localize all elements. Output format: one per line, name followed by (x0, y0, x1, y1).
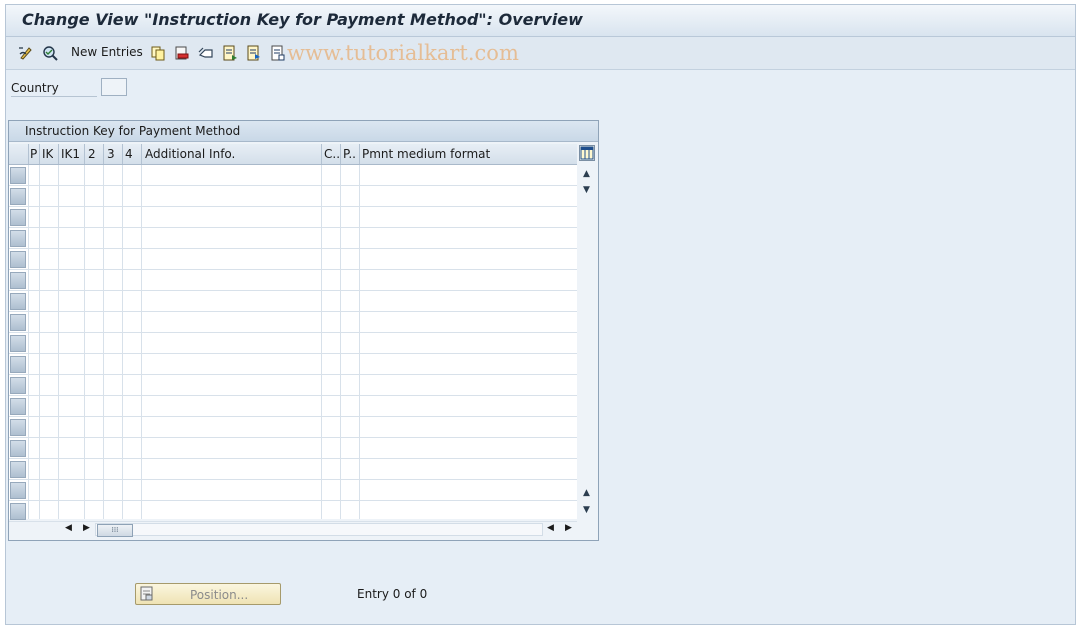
table-row[interactable] (9, 186, 577, 207)
column-header-c[interactable]: C.. (324, 147, 340, 161)
table-row[interactable] (9, 207, 577, 228)
entry-counter: Entry 0 of 0 (357, 587, 428, 601)
column-divider (122, 165, 123, 519)
scroll-left-icon[interactable]: ◀ (65, 523, 72, 533)
table-row[interactable] (9, 396, 577, 417)
column-header-2[interactable]: 2 (88, 147, 96, 161)
application-toolbar: New Entries www.tutorialkart.com (6, 37, 1075, 70)
position-button-label: Position... (190, 588, 249, 602)
table-row[interactable] (9, 291, 577, 312)
table-row[interactable] (9, 417, 577, 438)
row-selector[interactable] (10, 398, 26, 415)
scroll-far-right-icon[interactable]: ▶ (565, 523, 572, 533)
row-selector[interactable] (10, 377, 26, 394)
row-selector[interactable] (10, 188, 26, 205)
row-selector[interactable] (10, 230, 26, 247)
row-selector[interactable] (10, 209, 26, 226)
row-selector[interactable] (10, 461, 26, 478)
column-divider (340, 165, 341, 519)
watermark: www.tutorialkart.com (287, 41, 519, 65)
page-up-icon[interactable]: ▲ (583, 488, 590, 498)
table-title-bar: Instruction Key for Payment Method (9, 121, 598, 142)
table-row[interactable] (9, 438, 577, 459)
column-divider (103, 165, 104, 519)
column-header-3[interactable]: 3 (107, 147, 115, 161)
row-selector[interactable] (10, 356, 26, 373)
table-control: Instruction Key for Payment Method P IK … (8, 120, 599, 541)
table-row[interactable] (9, 249, 577, 270)
scroll-far-left-icon[interactable]: ◀ (547, 523, 554, 533)
table-row[interactable] (9, 480, 577, 501)
row-selector[interactable] (10, 482, 26, 499)
column-header-p[interactable]: P (30, 147, 37, 161)
scroll-right-icon[interactable]: ▶ (83, 523, 90, 533)
table-row[interactable] (9, 165, 577, 186)
row-selector[interactable] (10, 314, 26, 331)
column-header-4[interactable]: 4 (125, 147, 133, 161)
position-icon (140, 586, 154, 601)
column-header-p2[interactable]: P.. (343, 147, 356, 161)
table-row[interactable] (9, 459, 577, 480)
column-divider (359, 165, 360, 519)
column-configuration-icon[interactable] (579, 145, 595, 161)
horizontal-scrollbar[interactable]: ◀ ▶ ⁞⁞⁞ ◀ ▶ (59, 523, 579, 537)
row-selector[interactable] (10, 440, 26, 457)
column-divider (39, 165, 40, 519)
horizontal-scroll-thumb[interactable]: ⁞⁞⁞ (97, 524, 133, 537)
row-selector[interactable] (10, 335, 26, 352)
undo-change-icon[interactable] (198, 45, 214, 61)
column-header-additional-info[interactable]: Additional Info. (145, 147, 235, 161)
select-block-icon[interactable] (246, 45, 262, 61)
table-row[interactable] (9, 270, 577, 291)
table-row[interactable] (9, 354, 577, 375)
table-title: Instruction Key for Payment Method (25, 124, 241, 138)
row-selector[interactable] (10, 503, 26, 520)
column-divider (141, 165, 142, 519)
country-input[interactable] (101, 78, 127, 96)
table-row[interactable] (9, 501, 577, 522)
select-all-icon[interactable] (222, 45, 238, 61)
country-label: Country (11, 81, 59, 95)
table-row[interactable] (9, 312, 577, 333)
main-window: Change View "Instruction Key for Payment… (5, 4, 1076, 625)
deselect-all-icon[interactable] (270, 45, 286, 61)
table-row[interactable] (9, 228, 577, 249)
table-row[interactable] (9, 375, 577, 396)
row-selector[interactable] (10, 272, 26, 289)
column-divider (28, 165, 29, 519)
column-header-pmnt-medium-format[interactable]: Pmnt medium format (362, 147, 490, 161)
vertical-scrollbar[interactable]: ▲ ▼ ▲ ▼ (579, 165, 597, 519)
scroll-up-icon[interactable]: ▲ (583, 169, 590, 179)
column-header-row: P IK IK1 2 3 4 Additional Info. C.. P.. … (9, 144, 577, 165)
page-down-icon[interactable]: ▼ (583, 185, 590, 195)
title-bar: Change View "Instruction Key for Payment… (6, 5, 1075, 37)
column-divider (84, 165, 85, 519)
page-title: Change View "Instruction Key for Payment… (22, 10, 583, 29)
column-header-ik1[interactable]: IK1 (61, 147, 80, 161)
copy-as-icon[interactable] (150, 45, 166, 61)
table-row[interactable] (9, 333, 577, 354)
row-selector[interactable] (10, 419, 26, 436)
position-button[interactable]: Position... (135, 583, 281, 605)
column-divider (321, 165, 322, 519)
column-header-ik[interactable]: IK (42, 147, 53, 161)
row-selector[interactable] (10, 251, 26, 268)
country-label-underline (11, 96, 97, 97)
row-selector[interactable] (10, 293, 26, 310)
table-grid (9, 165, 577, 522)
scroll-down-icon[interactable]: ▼ (583, 505, 590, 515)
column-divider (58, 165, 59, 519)
horizontal-scroll-track[interactable] (95, 523, 543, 536)
delete-icon[interactable] (174, 45, 190, 61)
new-entries-button[interactable]: New Entries (71, 45, 143, 59)
change-display-icon[interactable] (18, 45, 34, 61)
find-icon[interactable] (42, 45, 58, 61)
row-selector[interactable] (10, 167, 26, 184)
